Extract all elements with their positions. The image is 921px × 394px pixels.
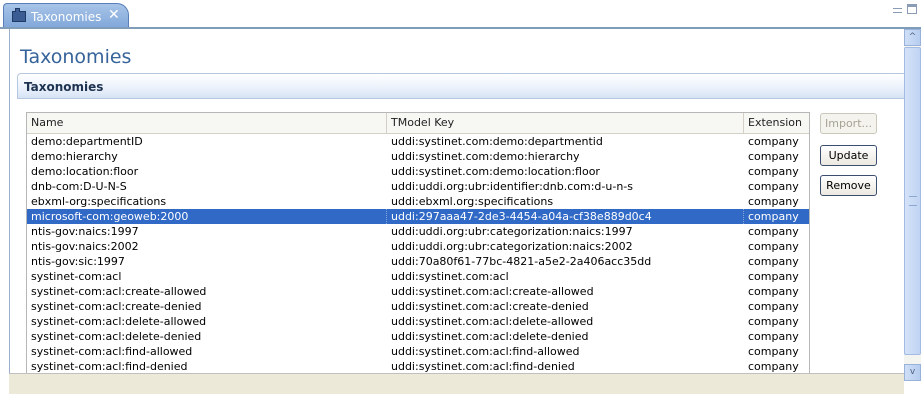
cell-tmodel-key: uddi:70a80f61-77bc-4821-a5e2-2a406acc35d… [391, 255, 652, 268]
update-button[interactable]: Update [820, 145, 877, 166]
table-row[interactable]: dnb-com:D-U-N-S uddi:uddi.org:ubr:identif… [27, 179, 809, 194]
cell-tmodel-key: uddi:systinet.com:acl:delete-allowed [391, 315, 594, 328]
cell-tmodel-key: uddi:systinet.com:demo:departmentid [391, 135, 603, 148]
cell-extension: company [748, 150, 799, 163]
cell-extension: company [748, 225, 799, 238]
cell-extension: company [748, 135, 799, 148]
section-header: Taxonomies [17, 73, 907, 99]
remove-button[interactable]: Remove [820, 175, 877, 196]
cell-tmodel-key: uddi:systinet.com:acl:create-denied [391, 300, 589, 313]
scroll-up-icon[interactable]: ^ [904, 29, 921, 46]
tab-label: Taxonomies [31, 10, 102, 24]
column-header-tmodel-key[interactable]: TModel Key [387, 113, 744, 133]
cell-name: ntis-gov:naics:2002 [31, 240, 139, 253]
table-row[interactable]: systinet-com:acl:delete-allowed uddi:syst… [27, 314, 809, 329]
cell-name: ebxml-org:specifications [31, 195, 167, 208]
cell-name: systinet-com:acl:create-allowed [31, 285, 207, 298]
table-header: Name TModel Key Extension [27, 113, 809, 134]
cell-extension: company [748, 165, 799, 178]
cell-extension: company [748, 330, 799, 343]
cell-name: systinet-com:acl:find-denied [31, 360, 188, 373]
cell-tmodel-key: uddi:systinet.com:demo:location:floor [391, 165, 600, 178]
bottom-bar [9, 373, 904, 394]
cell-name: systinet-com:acl:create-denied [31, 300, 202, 313]
cell-tmodel-key: uddi:uddi.org:ubr:categorization:naics:2… [391, 240, 633, 253]
cell-name: systinet-com:acl:find-allowed [31, 345, 193, 358]
table-row[interactable]: ntis-gov:naics:1997 uddi:uddi.org:ubr:cat… [27, 224, 809, 239]
cell-tmodel-key: uddi:uddi.org:ubr:categorization:naics:1… [391, 225, 633, 238]
cell-name: demo:location:floor [31, 165, 139, 178]
cell-extension: company [748, 195, 799, 208]
cell-name: systinet-com:acl [31, 270, 122, 283]
cell-name: dnb-com:D-U-N-S [31, 180, 127, 193]
table-row[interactable]: ebxml-org:specifications uddi:ebxml.org:s… [27, 194, 809, 209]
table-row[interactable]: systinet-com:acl uddi:systinet.com:acl com… [27, 269, 809, 284]
table-row[interactable]: demo:hierarchy uddi:systinet.com:demo:hie… [27, 149, 809, 164]
table-body: demo:departmentID uddi:systinet.com:demo:… [27, 134, 809, 373]
cell-tmodel-key: uddi:systinet.com:demo:hierarchy [391, 150, 580, 163]
cell-tmodel-key: uddi:systinet.com:acl [391, 270, 509, 283]
cell-name: systinet-com:acl:delete-allowed [31, 315, 207, 328]
cell-name: ntis-gov:naics:1997 [31, 225, 139, 238]
cell-tmodel-key: uddi:297aaa47-2de3-4454-a04a-cf38e889d0c… [387, 209, 744, 224]
cell-tmodel-key: uddi:systinet.com:acl:create-allowed [391, 285, 594, 298]
table-row[interactable]: ntis-gov:naics:2002 uddi:uddi.org:ubr:cat… [27, 239, 809, 254]
scroll-down-icon[interactable]: v [904, 364, 921, 381]
cell-tmodel-key: uddi:uddi.org:ubr:identifier:dnb.com:d-u… [391, 180, 633, 193]
cell-name: ntis-gov:sic:1997 [31, 255, 125, 268]
column-header-name[interactable]: Name [27, 113, 387, 133]
column-header-extension[interactable]: Extension [744, 113, 809, 133]
cell-name: systinet-com:acl:delete-denied [31, 330, 202, 343]
maximize-icon[interactable] [907, 4, 917, 14]
table-row[interactable]: systinet-com:acl:create-denied uddi:systi… [27, 299, 809, 314]
cell-extension: company [748, 255, 799, 268]
cell-tmodel-key: uddi:systinet.com:acl:delete-denied [391, 330, 589, 343]
editor-tab-bar: Taxonomies ✕ [0, 0, 921, 29]
table-row[interactable]: ntis-gov:sic:1997 uddi:70a80f61-77bc-4821… [27, 254, 809, 269]
close-icon[interactable]: ✕ [108, 7, 120, 23]
page-title: Taxonomies [20, 46, 132, 68]
taxonomies-table[interactable]: Name TModel Key Extension demo:departmen… [26, 112, 810, 374]
cell-extension: company [748, 270, 799, 283]
table-row[interactable]: microsoft-com:geoweb:2000 uddi:297aaa47-2… [27, 209, 809, 224]
vertical-scrollbar[interactable]: ^ v [904, 29, 921, 381]
tab-taxonomies[interactable]: Taxonomies ✕ [3, 3, 129, 29]
cell-extension: company [748, 180, 799, 193]
grip-icon [909, 196, 917, 206]
table-row[interactable]: demo:departmentID uddi:systinet.com:demo:… [27, 134, 809, 149]
cell-extension: company [748, 360, 799, 373]
cell-extension: company [748, 345, 799, 358]
cell-tmodel-key: uddi:ebxml.org:specifications [391, 195, 554, 208]
minimize-icon[interactable] [893, 8, 902, 13]
table-row[interactable]: systinet-com:acl:delete-denied uddi:systi… [27, 329, 809, 344]
cell-name: microsoft-com:geoweb:2000 [27, 209, 387, 224]
table-row[interactable]: systinet-com:acl:create-allowed uddi:syst… [27, 284, 809, 299]
cell-tmodel-key: uddi:systinet.com:acl:find-allowed [391, 345, 580, 358]
cell-name: demo:hierarchy [31, 150, 118, 163]
cell-tmodel-key: uddi:systinet.com:acl:find-denied [391, 360, 575, 373]
window-controls [891, 4, 919, 18]
section-title: Taxonomies [24, 80, 104, 94]
cell-extension: company [748, 315, 799, 328]
import-button[interactable]: Import... [820, 113, 877, 134]
cell-extension: company [748, 300, 799, 313]
table-row[interactable]: systinet-com:acl:find-denied uddi:systine… [27, 359, 809, 373]
cell-extension: company [748, 285, 799, 298]
editor-panel: Taxonomies Taxonomies Name TModel Key Ex… [9, 29, 907, 381]
table-row[interactable]: systinet-com:acl:find-allowed uddi:systin… [27, 344, 809, 359]
cell-extension: company [748, 240, 799, 253]
cell-extension: company [744, 209, 809, 224]
cell-name: demo:departmentID [31, 135, 143, 148]
scrollbar-thumb[interactable] [904, 47, 921, 355]
table-row[interactable]: demo:location:floor uddi:systinet.com:dem… [27, 164, 809, 179]
taxonomy-icon [12, 8, 26, 22]
